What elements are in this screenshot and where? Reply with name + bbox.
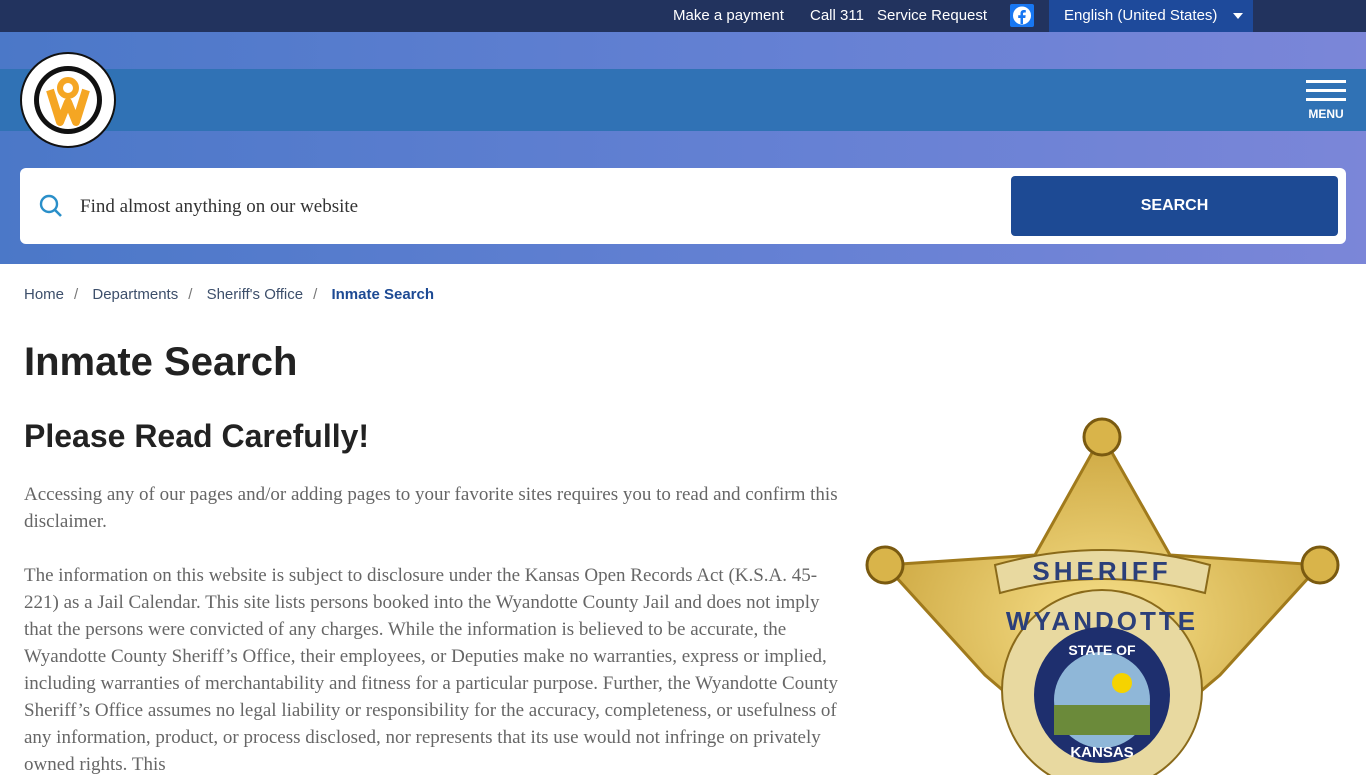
page-subtitle: Please Read Carefully! [24,418,370,454]
badge-text-kansas: KANSAS [1070,744,1133,761]
breadcrumb-current: Inmate Search [331,286,434,303]
menu-button[interactable]: MENU [1306,80,1346,121]
disclaimer-body: The information on this website is subje… [24,565,838,775]
breadcrumb-departments[interactable]: Departments [92,286,178,303]
menu-label: MENU [1308,107,1344,121]
call-311-link[interactable]: Call 311 [810,7,864,24]
header-band [0,69,1366,131]
badge-text-sheriff: SHERIFF [1032,556,1171,586]
page-title: Inmate Search [24,340,298,384]
breadcrumb-home[interactable]: Home [24,286,64,303]
search-icon [39,194,62,217]
language-label: English (United States) [1064,7,1218,24]
utility-bar: Make a payment Call 311 Service Request … [0,0,1366,32]
search-bar: Find almost anything on our website SEAR… [20,168,1346,244]
service-request-link[interactable]: Service Request [877,7,987,24]
make-payment-link[interactable]: Make a payment [673,7,784,24]
sheriff-badge-image: SHERIFF WYANDOTTE STATE OF KANSAS [860,415,1345,780]
caret-down-icon [1233,13,1243,19]
breadcrumb-sheriffs-office[interactable]: Sheriff's Office [207,286,304,303]
search-input[interactable]: Find almost anything on our website [80,196,358,218]
language-select[interactable]: English (United States) [1049,0,1253,32]
unified-government-logo[interactable] [20,52,116,148]
breadcrumb: Home / Departments / Sheriff's Office / Inm… [24,286,434,303]
disclaimer-intro: Accessing any of our pages and/or adding… [24,484,838,532]
facebook-icon[interactable] [1010,4,1034,27]
badge-text-state-of: STATE OF [1068,642,1136,658]
search-button[interactable]: SEARCH [1011,176,1338,236]
